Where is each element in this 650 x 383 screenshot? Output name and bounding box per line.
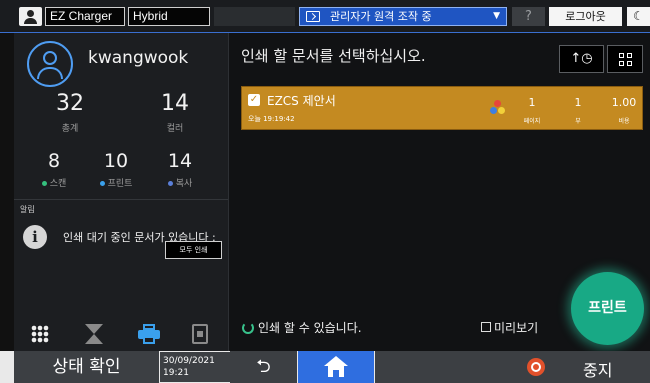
grid-view-button[interactable] <box>607 45 643 73</box>
hourglass-icon[interactable] <box>83 322 105 346</box>
job-pages-label: 페이지 <box>523 118 541 125</box>
main-panel: 인쇄 할 문서를 선택하십시오. ↑◷ ✓ EZCS 제안서 오늘 19:19:… <box>229 33 650 351</box>
app-name-chip: EZ Charger <box>45 7 125 26</box>
empty-system-slot <box>375 351 521 383</box>
stop-button[interactable]: 중지 <box>521 351 650 383</box>
avatar <box>27 41 73 87</box>
night-mode-moon-icon[interactable]: ☾ <box>627 7 650 26</box>
bottom-system-bar: 상태 확인 30/09/2021 19:21 ⮌ 중지 <box>0 351 650 383</box>
print-stat-label: 프린트 <box>91 176 141 189</box>
job-time: 오늘 19:19:42 <box>248 115 295 123</box>
color-count: 14 <box>161 91 189 116</box>
job-checkbox[interactable]: ✓ <box>248 94 260 106</box>
job-copies-label: 부 <box>575 118 581 125</box>
logout-button[interactable]: 로그아웃 <box>549 7 622 26</box>
preview-label[interactable]: 미리보기 <box>494 319 538 336</box>
document-tray-icon[interactable] <box>192 324 208 344</box>
color-label: 컬러 <box>166 124 184 134</box>
total-count: 32 <box>56 91 84 116</box>
mode-chip: Hybrid <box>128 7 210 26</box>
copy-count: 14 <box>167 150 193 172</box>
job-name: EZCS 제안서 <box>267 94 336 108</box>
apps-grid-icon[interactable] <box>31 325 49 343</box>
help-button[interactable]: ? <box>512 7 545 26</box>
stop-label: 중지 <box>583 361 613 380</box>
user-summary-panel: kwangwook 32 총계 14 컬러 8 스캔 10 프린트 14 복사 … <box>14 33 228 351</box>
scan-stat-label: 스캔 <box>29 176 79 189</box>
print-count: 10 <box>103 150 129 172</box>
print-job-row[interactable]: ✓ EZCS 제안서 오늘 19:19:42 1 페이지 1 부 1.00 비용 <box>241 86 643 130</box>
preview-checkbox[interactable] <box>481 322 491 332</box>
date-time-display: 30/09/2021 19:21 <box>160 352 230 382</box>
ready-status-icon <box>242 322 254 334</box>
dropdown-arrow-icon: ▼ <box>493 11 500 21</box>
job-pages: 1 <box>528 96 536 109</box>
job-cost: 1.00 <box>611 96 637 109</box>
remote-status-text: 관리자가 원격 조작 중 <box>330 10 432 23</box>
remote-control-status[interactable]: 관리자가 원격 조작 중 ▼ <box>299 7 507 26</box>
status-check-button[interactable]: 상태 확인 <box>14 351 159 383</box>
scan-dot-icon <box>41 181 47 186</box>
print-button[interactable]: 프린트 <box>571 272 644 345</box>
color-print-icon <box>490 100 506 116</box>
remote-screen-icon <box>306 11 320 22</box>
info-icon: i <box>23 225 47 249</box>
date-text: 30/09/2021 <box>163 356 215 366</box>
sort-by-time-button[interactable]: ↑◷ <box>559 45 604 73</box>
scan-count: 8 <box>47 150 61 172</box>
print-all-button[interactable]: 모두 인쇄 <box>165 241 222 259</box>
user-icon[interactable] <box>19 7 42 26</box>
job-copies: 1 <box>574 96 582 109</box>
panel-divider <box>14 199 228 200</box>
time-text: 19:21 <box>163 368 189 378</box>
print-dot-icon <box>99 181 105 186</box>
top-status-bar: EZ Charger Hybrid 관리자가 원격 조작 중 ▼ ? 로그아웃 … <box>0 0 650 32</box>
stop-icon <box>527 358 545 376</box>
printer-icon[interactable] <box>138 324 160 344</box>
back-arrow-icon[interactable]: ⮌ <box>230 351 297 383</box>
total-label: 총계 <box>61 124 79 134</box>
page-title: 인쇄 할 문서를 선택하십시오. <box>241 47 426 65</box>
copy-stat-label: 복사 <box>155 176 205 189</box>
alert-title: 알림 <box>20 205 35 214</box>
copy-dot-icon <box>167 181 173 186</box>
username: kwangwook <box>88 48 189 68</box>
home-icon[interactable] <box>298 351 374 383</box>
empty-status-slot <box>214 7 295 26</box>
job-cost-label: 비용 <box>618 118 630 125</box>
ready-status-text: 인쇄 할 수 있습니다. <box>258 321 362 335</box>
left-nav-bar <box>14 318 228 351</box>
